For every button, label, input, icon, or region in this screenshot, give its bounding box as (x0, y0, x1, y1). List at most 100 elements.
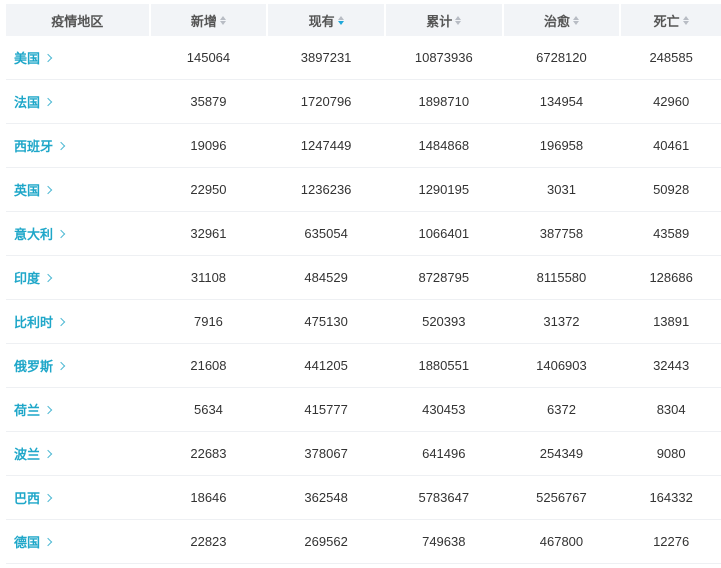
region-link[interactable]: 美国 (6, 48, 149, 67)
sort-arrows-icon[interactable] (337, 14, 344, 26)
header-current[interactable]: 现有 (268, 4, 384, 36)
table-row: 法国 35879 1720796 1898710 134954 42960 (6, 80, 721, 124)
chevron-right-icon (56, 141, 66, 151)
table-row: 波兰 22683 378067 641496 254349 9080 (6, 432, 721, 476)
cured-cases-cell: 6728120 (536, 50, 587, 65)
region-link[interactable]: 印度 (6, 268, 149, 287)
deaths-cell: 12276 (653, 534, 690, 549)
new-cases-cell: 7916 (193, 314, 223, 329)
table-row: 德国 22823 269562 749638 467800 12276 (6, 520, 721, 564)
region-link[interactable]: 俄罗斯 (6, 356, 149, 375)
chevron-right-icon (43, 53, 53, 63)
region-name: 印度 (14, 272, 41, 287)
current-cases-cell: 415777 (304, 402, 348, 417)
deaths-cell: 42960 (653, 94, 690, 109)
new-cases-cell: 5634 (193, 402, 223, 417)
cured-cases-cell: 387758 (539, 226, 584, 241)
cured-cases-cell: 196958 (539, 138, 584, 153)
total-cases-cell: 430453 (422, 402, 466, 417)
sort-arrows-icon[interactable] (455, 14, 462, 26)
header-region-label: 疫情地区 (51, 14, 104, 30)
deaths-cell: 43589 (653, 226, 690, 241)
total-cases-cell: 641496 (422, 446, 466, 461)
deaths-cell: 9080 (656, 446, 686, 461)
header-new[interactable]: 新增 (150, 4, 267, 36)
current-cases-cell: 378067 (304, 446, 348, 461)
table-body: 美国 145064 3897231 10873936 6728120 24858… (6, 36, 721, 564)
cured-cases-cell: 6372 (547, 402, 576, 417)
new-cases-cell: 21608 (190, 358, 227, 373)
total-cases-cell: 1880551 (418, 358, 470, 373)
header-total-label: 累计 (426, 14, 453, 30)
region-name: 英国 (14, 184, 41, 199)
region-link[interactable]: 荷兰 (6, 400, 149, 419)
cured-cases-cell: 467800 (539, 534, 584, 549)
table-row: 印度 31108 484529 8728795 8115580 128686 (6, 256, 721, 300)
cured-cases-cell: 254349 (539, 446, 584, 461)
sort-arrows-icon[interactable] (219, 14, 226, 26)
cured-cases-cell: 1406903 (536, 358, 587, 373)
header-deaths[interactable]: 死亡 (621, 4, 721, 36)
new-cases-cell: 22950 (190, 182, 227, 197)
region-link[interactable]: 比利时 (6, 312, 149, 331)
region-name: 波兰 (14, 448, 41, 463)
deaths-cell: 50928 (653, 182, 690, 197)
region-name: 西班牙 (14, 140, 54, 155)
total-cases-cell: 10873936 (414, 50, 473, 65)
table-row: 意大利 32961 635054 1066401 387758 43589 (6, 212, 721, 256)
deaths-cell: 128686 (649, 270, 693, 285)
current-cases-cell: 3897231 (300, 50, 352, 65)
sort-arrows-icon[interactable] (572, 14, 579, 26)
sort-arrows-icon[interactable] (682, 14, 689, 26)
deaths-cell: 13891 (653, 314, 690, 329)
cured-cases-cell: 3031 (547, 182, 576, 197)
deaths-cell: 40461 (653, 138, 690, 153)
new-cases-cell: 22683 (190, 446, 227, 461)
region-link[interactable]: 波兰 (6, 444, 149, 463)
region-name: 美国 (14, 52, 41, 67)
new-cases-cell: 18646 (190, 490, 227, 505)
deaths-cell: 164332 (649, 490, 693, 505)
cured-cases-cell: 31372 (543, 314, 580, 329)
current-cases-cell: 1247449 (300, 138, 352, 153)
chevron-right-icon (56, 229, 66, 239)
cured-cases-cell: 134954 (539, 94, 584, 109)
chevron-right-icon (43, 97, 53, 107)
current-cases-cell: 635054 (304, 226, 348, 241)
cured-cases-cell: 8115580 (536, 270, 587, 285)
header-total[interactable]: 累计 (385, 4, 502, 36)
total-cases-cell: 1898710 (418, 94, 470, 109)
new-cases-cell: 31108 (190, 270, 227, 285)
new-cases-cell: 19096 (190, 138, 227, 153)
epidemic-table: 疫情地区 新增 现有 累计 治愈 死亡 美国 145064 3897231 10… (6, 4, 721, 564)
chevron-right-icon (43, 493, 53, 503)
region-link[interactable]: 巴西 (6, 488, 149, 507)
region-link[interactable]: 西班牙 (6, 136, 149, 155)
chevron-right-icon (43, 537, 53, 547)
new-cases-cell: 145064 (186, 50, 231, 65)
chevron-right-icon (43, 449, 53, 459)
header-cured[interactable]: 治愈 (503, 4, 620, 36)
new-cases-cell: 22823 (190, 534, 227, 549)
table-row: 巴西 18646 362548 5783647 5256767 164332 (6, 476, 721, 520)
header-new-label: 新增 (190, 14, 217, 30)
new-cases-cell: 35879 (190, 94, 227, 109)
header-region: 疫情地区 (6, 4, 149, 36)
chevron-right-icon (43, 273, 53, 283)
region-link[interactable]: 英国 (6, 180, 149, 199)
region-link[interactable]: 德国 (6, 532, 149, 551)
total-cases-cell: 5783647 (418, 490, 470, 505)
total-cases-cell: 1066401 (418, 226, 470, 241)
table-row: 比利时 7916 475130 520393 31372 13891 (6, 300, 721, 344)
region-name: 法国 (14, 96, 41, 111)
region-link[interactable]: 法国 (6, 92, 149, 111)
header-deaths-label: 死亡 (653, 14, 680, 30)
total-cases-cell: 1290195 (418, 182, 470, 197)
chevron-right-icon (43, 405, 53, 415)
total-cases-cell: 749638 (422, 534, 466, 549)
chevron-right-icon (56, 361, 66, 371)
new-cases-cell: 32961 (190, 226, 227, 241)
current-cases-cell: 484529 (304, 270, 348, 285)
region-link[interactable]: 意大利 (6, 224, 149, 243)
region-name: 比利时 (14, 316, 54, 331)
